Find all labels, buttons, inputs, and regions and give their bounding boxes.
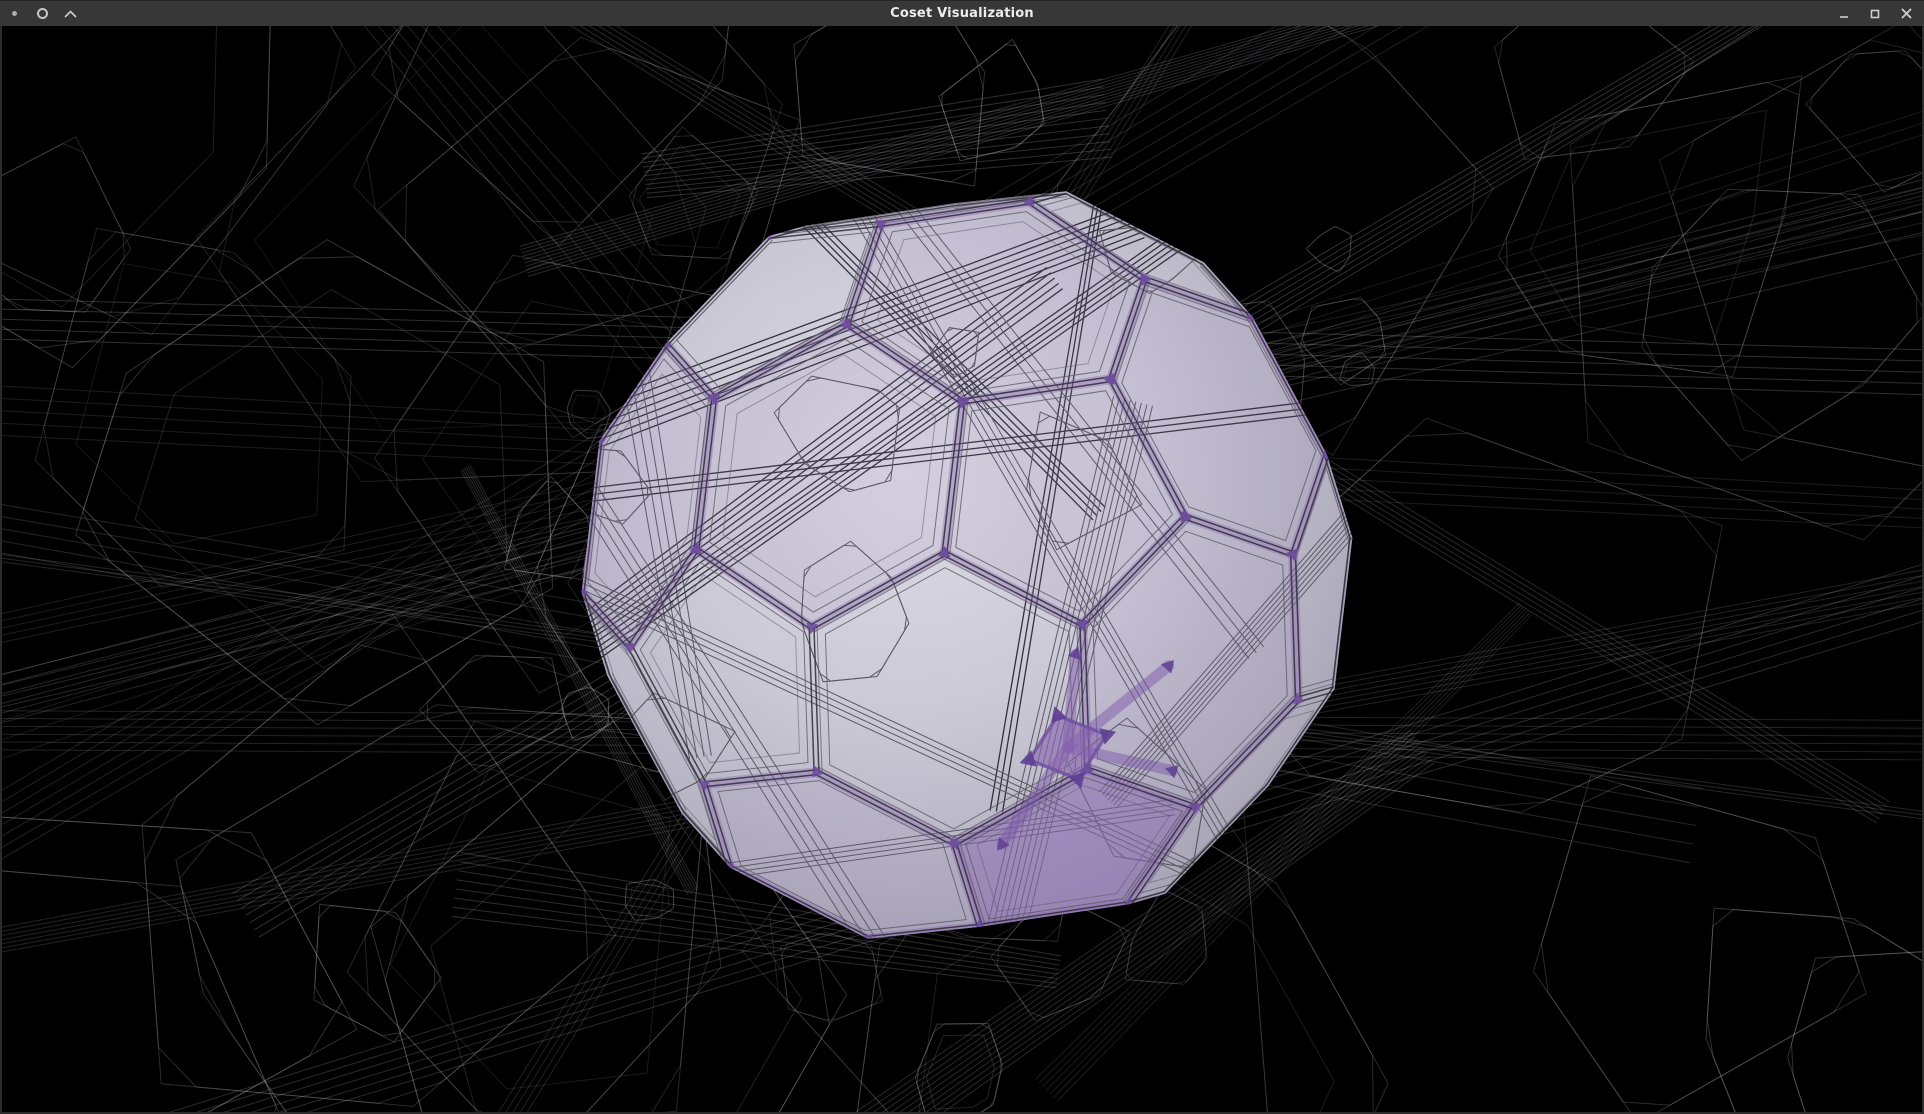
close-icon (1900, 7, 1913, 20)
record-circle-icon[interactable] (35, 7, 49, 21)
viewport (2, 26, 1922, 1112)
minimize-icon (1838, 8, 1850, 20)
window-title: Coset Visualization (890, 6, 1034, 21)
minimize-button[interactable] (1832, 3, 1856, 25)
dot-icon (7, 7, 21, 21)
chevron-up-icon[interactable] (63, 7, 77, 21)
close-button[interactable] (1894, 3, 1918, 25)
titlebar-left-icons (7, 1, 77, 26)
maximize-icon (1869, 8, 1881, 20)
maximize-button[interactable] (1863, 3, 1887, 25)
window-controls (1832, 1, 1918, 26)
coset-3d-canvas[interactable] (2, 26, 1922, 1112)
titlebar[interactable]: Coset Visualization (0, 0, 1924, 26)
app-window: Coset Visualization (0, 0, 1924, 1114)
